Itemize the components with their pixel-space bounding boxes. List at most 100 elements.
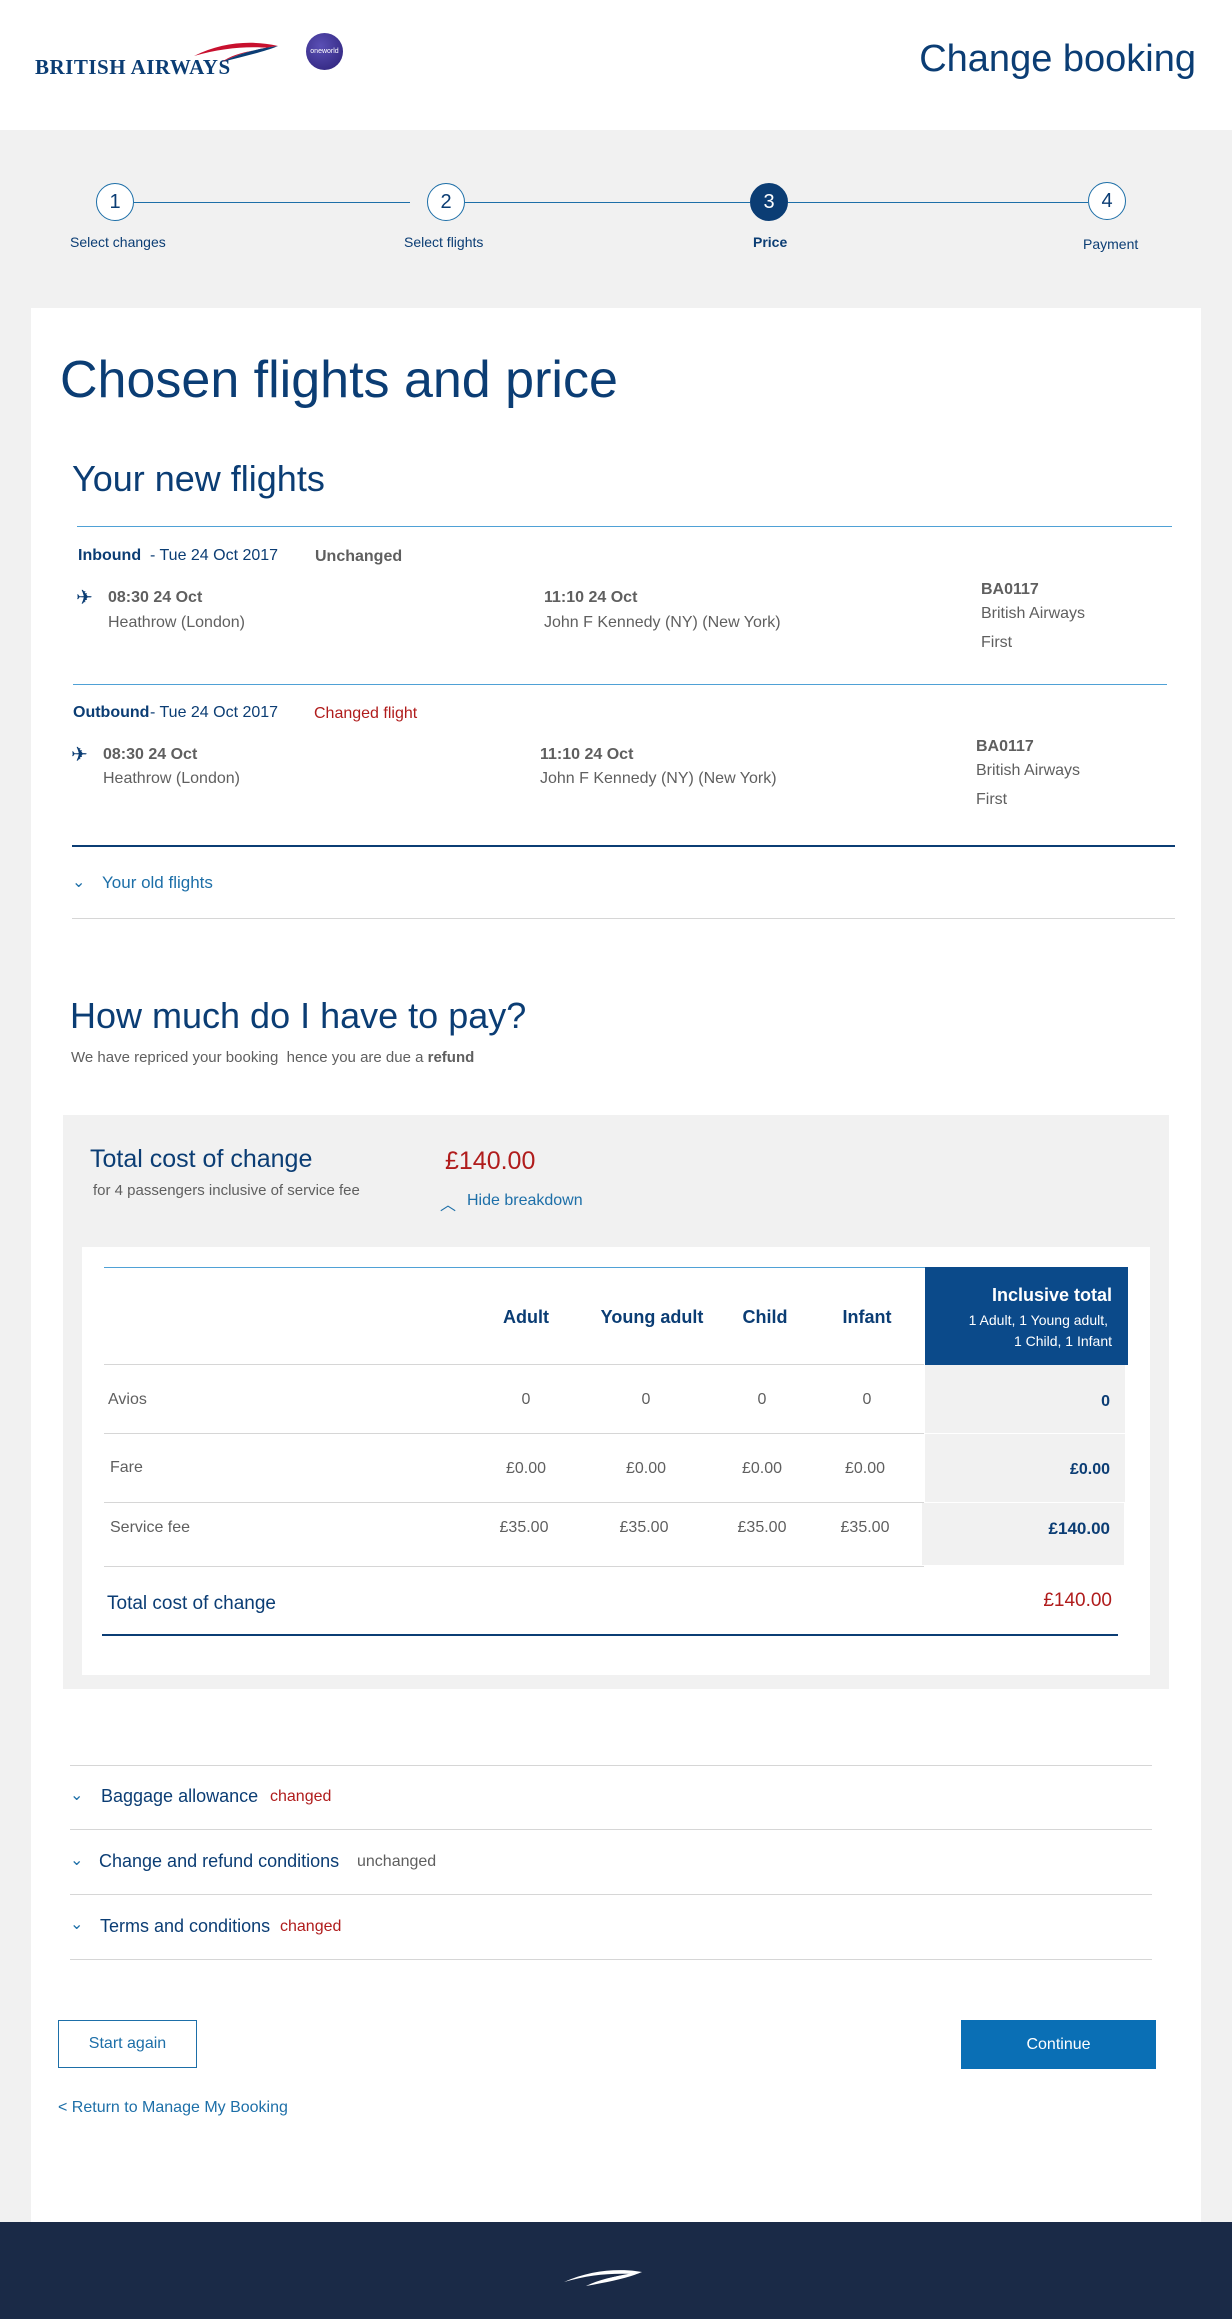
conditions-status-tag: unchanged xyxy=(357,1853,437,1870)
flights-bottom-rule xyxy=(72,845,1175,847)
chevron-up-icon[interactable]: ︿ xyxy=(440,1191,456,1215)
inbound-depart-airport: Heathrow (London) xyxy=(108,614,245,631)
outbound-arrive-airport: John F Kennedy (NY) (New York) xyxy=(540,770,777,787)
service-fee-total: £140.00 xyxy=(1048,1519,1110,1538)
col-adult: Adult xyxy=(503,1307,549,1327)
step-2-circle[interactable]: 2 xyxy=(427,183,465,221)
inbound-flight-number: BA0117 xyxy=(981,581,1039,598)
payment-subtitle-text: We have repriced your booking hence you … xyxy=(71,1049,428,1066)
accordion-rule xyxy=(70,1894,1152,1895)
chevron-down-icon[interactable]: ⌄ xyxy=(72,872,85,892)
chevron-down-icon[interactable]: ⌄ xyxy=(70,1914,83,1934)
stepper-line-1 xyxy=(134,202,410,203)
outbound-top-rule xyxy=(73,684,1167,685)
inbound-arrive-airport: John F Kennedy (NY) (New York) xyxy=(544,614,781,631)
page-heading: Change booking xyxy=(919,38,1196,80)
chevron-down-icon[interactable]: ⌄ xyxy=(70,1785,83,1805)
site-footer xyxy=(0,2222,1232,2319)
row-rule xyxy=(104,1502,924,1503)
service-fee-young-adult: £35.00 xyxy=(619,1519,669,1536)
inbound-arrive-time: 11:10 24 Oct xyxy=(544,589,638,606)
speedmarque-icon xyxy=(194,42,278,62)
avios-infant: 0 xyxy=(862,1391,872,1408)
step-1-circle[interactable]: 1 xyxy=(96,183,134,221)
service-fee-infant: £35.00 xyxy=(840,1519,890,1536)
speedmarque-footer-icon xyxy=(564,2270,642,2286)
breakdown-top-rule xyxy=(104,1267,926,1268)
inbound-carrier: British Airways xyxy=(981,605,1086,622)
row-service-fee-label: Service fee xyxy=(110,1519,191,1536)
total-cost-amount: £140.00 xyxy=(445,1147,536,1175)
terms-status-tag: changed xyxy=(280,1918,342,1935)
oneworld-logo: oneworld xyxy=(306,33,343,70)
fare-young-adult: £0.00 xyxy=(625,1460,667,1477)
fare-child: £0.00 xyxy=(741,1460,783,1477)
outbound-direction: Outbound xyxy=(73,704,150,721)
inbound-date: - Tue 24 Oct 2017 xyxy=(150,547,279,564)
accordion-baggage-allowance[interactable]: Baggage allowance xyxy=(101,1786,258,1807)
old-flights-toggle[interactable]: Your old flights xyxy=(102,873,213,893)
site-header: BRITISH AIRWAYS oneworld Change booking xyxy=(0,0,1232,130)
plane-icon: ✈ xyxy=(71,744,88,766)
accordion-terms-conditions[interactable]: Terms and conditions xyxy=(100,1916,270,1937)
table-total-amount: £140.00 xyxy=(1043,1590,1112,1611)
continue-button[interactable]: Continue xyxy=(961,2020,1156,2069)
avios-total: 0 xyxy=(1101,1393,1110,1410)
inbound-depart-time: 08:30 24 Oct xyxy=(108,589,203,606)
step-2-label[interactable]: Select flights xyxy=(404,234,483,250)
step-1-label[interactable]: Select changes xyxy=(70,234,166,250)
payment-subtitle: We have repriced your booking hence you … xyxy=(71,1049,474,1066)
inbound-cabin: First xyxy=(981,634,1013,651)
avios-young-adult: 0 xyxy=(641,1391,651,1408)
plane-icon: ✈ xyxy=(76,587,93,609)
hide-breakdown-toggle[interactable]: Hide breakdown xyxy=(467,1192,583,1210)
chevron-down-icon[interactable]: ⌄ xyxy=(70,1850,83,1870)
old-flights-rule xyxy=(72,918,1175,919)
table-bottom-rule xyxy=(102,1634,1118,1636)
outbound-depart-airport: Heathrow (London) xyxy=(103,770,240,787)
start-again-button[interactable]: Start again xyxy=(58,2020,197,2068)
step-3-circle: 3 xyxy=(750,183,788,221)
return-manage-booking-link[interactable]: < Return to Manage My Booking xyxy=(58,2099,288,2117)
accordion-change-refund-conditions[interactable]: Change and refund conditions xyxy=(99,1851,339,1872)
avios-adult: 0 xyxy=(521,1391,531,1408)
total-cost-subtitle: for 4 passengers inclusive of service fe… xyxy=(93,1182,360,1199)
col-child: Child xyxy=(742,1307,788,1327)
table-total-label: Total cost of change xyxy=(107,1593,276,1614)
outbound-carrier: British Airways xyxy=(976,762,1081,779)
step-3-label: Price xyxy=(753,234,788,250)
row-rule xyxy=(104,1433,924,1434)
service-fee-child: £35.00 xyxy=(737,1519,787,1536)
inbound-top-rule xyxy=(77,526,1172,527)
accordion-rule xyxy=(70,1765,1152,1766)
baggage-status-tag: changed xyxy=(270,1788,332,1805)
step-4-label: Payment xyxy=(1083,236,1139,252)
outbound-flight-number: BA0117 xyxy=(976,738,1034,755)
row-avios-label: Avios xyxy=(108,1391,147,1408)
stepper-line-2 xyxy=(465,202,750,203)
col-young-adult: Young adult xyxy=(600,1307,704,1327)
outbound-cabin: First xyxy=(976,791,1008,808)
new-flights-heading: Your new flights xyxy=(72,458,325,499)
row-fare-label: Fare xyxy=(110,1459,143,1476)
accordion-rule xyxy=(70,1829,1152,1830)
outbound-arrive-time: 11:10 24 Oct xyxy=(540,746,634,763)
outbound-depart-time: 08:30 24 Oct xyxy=(103,746,198,763)
inclusive-total-sub-2: 1 Child, 1 Infant xyxy=(1013,1333,1112,1349)
fare-infant: £0.00 xyxy=(844,1460,886,1477)
payment-heading: How much do I have to pay? xyxy=(70,995,527,1036)
fare-adult: £0.00 xyxy=(505,1460,547,1477)
header-row-rule xyxy=(104,1364,924,1365)
col-infant: Infant xyxy=(842,1307,892,1327)
progress-stepper xyxy=(0,130,1232,290)
inclusive-total-header: Inclusive total 1 Adult, 1 Young adult, … xyxy=(925,1267,1128,1365)
inbound-direction: Inbound xyxy=(78,547,142,564)
row-rule xyxy=(104,1566,924,1567)
outbound-status: Changed flight xyxy=(314,705,418,722)
total-cost-label: Total cost of change xyxy=(90,1145,313,1173)
outbound-date: - Tue 24 Oct 2017 xyxy=(150,704,279,721)
service-fee-adult: £35.00 xyxy=(499,1519,549,1536)
stepper-line-3 xyxy=(788,202,1088,203)
avios-child: 0 xyxy=(757,1391,767,1408)
inclusive-total-title: Inclusive total xyxy=(991,1285,1112,1305)
